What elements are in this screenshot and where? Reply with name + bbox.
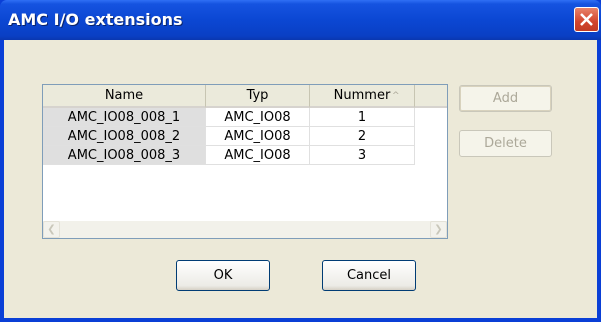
- close-button[interactable]: [574, 7, 599, 32]
- horizontal-scrollbar[interactable]: ❮ ❯: [43, 221, 447, 238]
- table-cell-typ[interactable]: AMC_IO08: [206, 146, 310, 165]
- dialog-title: AMC I/O extensions: [8, 10, 183, 29]
- chevron-left-icon: ❮: [47, 224, 56, 235]
- table-cell-name[interactable]: AMC_IO08_008_3: [43, 146, 206, 165]
- add-button[interactable]: Add: [459, 85, 552, 112]
- table-cell-nummer[interactable]: 2: [310, 127, 415, 146]
- column-header-label: Name: [104, 88, 144, 103]
- cancel-button[interactable]: Cancel: [322, 260, 416, 291]
- table-cell-name[interactable]: AMC_IO08_008_2: [43, 127, 206, 146]
- table-cell-typ[interactable]: AMC_IO08: [206, 108, 310, 127]
- scroll-left-button[interactable]: ❮: [43, 221, 60, 238]
- chevron-right-icon: ❯: [434, 224, 443, 235]
- table-cell-nummer[interactable]: 1: [310, 108, 415, 127]
- column-header-filler: [415, 85, 447, 108]
- column-header-label: Typ: [246, 88, 269, 103]
- delete-button[interactable]: Delete: [459, 130, 552, 157]
- column-header-name[interactable]: Name: [43, 85, 206, 108]
- ok-button[interactable]: OK: [176, 260, 270, 291]
- scroll-right-button[interactable]: ❯: [430, 221, 447, 238]
- sort-ascending-icon: ^: [392, 91, 400, 101]
- close-icon: [580, 13, 593, 26]
- title-bar[interactable]: AMC I/O extensions: [0, 0, 601, 40]
- table-cell-typ[interactable]: AMC_IO08: [206, 127, 310, 146]
- column-header-nummer[interactable]: Nummer ^: [310, 85, 415, 108]
- table-cell-nummer[interactable]: 3: [310, 146, 415, 165]
- dialog-client: Name Typ Nummer ^ AMC_IO08_008_1 AMC_IO0…: [4, 40, 597, 318]
- table-cell-name[interactable]: AMC_IO08_008_1: [43, 108, 206, 127]
- column-header-typ[interactable]: Typ: [206, 85, 310, 108]
- extensions-list[interactable]: Name Typ Nummer ^ AMC_IO08_008_1 AMC_IO0…: [42, 84, 448, 239]
- dialog-window: AMC I/O extensions Name Typ Nummer ^ AMC…: [0, 0, 601, 322]
- column-header-label: Nummer: [333, 88, 391, 103]
